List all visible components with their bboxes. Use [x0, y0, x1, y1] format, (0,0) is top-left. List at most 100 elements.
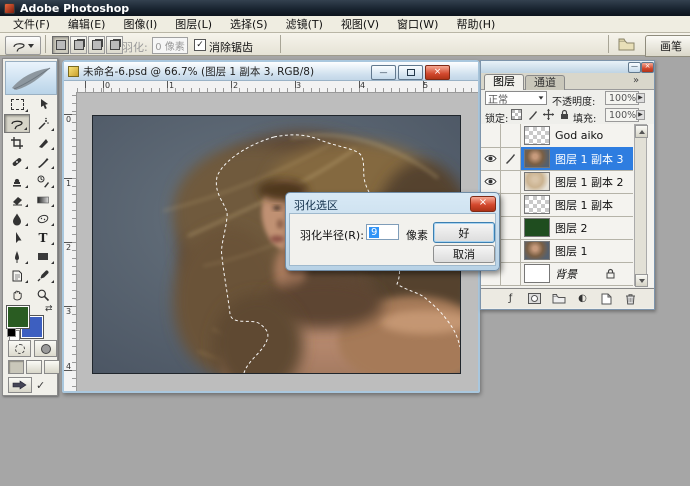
- layer-main[interactable]: 图层 1 副本 3: [521, 147, 633, 170]
- opacity-field[interactable]: 100%▶: [605, 91, 639, 105]
- layer-thumbnail[interactable]: [524, 218, 550, 237]
- scrollbar[interactable]: [634, 124, 647, 286]
- history-brush-tool[interactable]: [30, 171, 56, 190]
- notes-tool[interactable]: [4, 266, 30, 285]
- layer-thumbnail[interactable]: [524, 195, 550, 214]
- layer-main[interactable]: 图层 1 副本 2: [521, 170, 633, 193]
- layer-thumbnail[interactable]: [524, 126, 550, 145]
- layer-main[interactable]: 图层 1 副本: [521, 193, 633, 216]
- layer-name[interactable]: 图层 2: [555, 220, 588, 236]
- ok-button[interactable]: 好: [433, 222, 495, 243]
- new-layer-button[interactable]: [599, 292, 614, 305]
- link-indicator[interactable]: [501, 216, 521, 239]
- hand-tool[interactable]: [4, 285, 30, 304]
- menu-filter[interactable]: 滤镜(T): [277, 16, 332, 32]
- new-group-button[interactable]: [551, 292, 566, 305]
- marquee-tool[interactable]: [4, 95, 30, 114]
- lock-all-button[interactable]: [559, 109, 570, 120]
- new-selection-button[interactable]: [52, 36, 69, 54]
- pen-tool[interactable]: [4, 247, 30, 266]
- panel-close-button[interactable]: ×: [641, 62, 654, 73]
- file-browser-icon[interactable]: [618, 37, 636, 52]
- add-selection-button[interactable]: [70, 36, 87, 54]
- intersect-selection-button[interactable]: [106, 36, 123, 54]
- gradient-tool[interactable]: [30, 190, 56, 209]
- layer-row[interactable]: 图层 1 副本 2: [481, 170, 633, 194]
- layer-mask-button[interactable]: [527, 292, 542, 305]
- default-colors-icon[interactable]: [7, 328, 16, 337]
- quick-mask-mode-button[interactable]: [34, 340, 57, 357]
- link-indicator[interactable]: [501, 239, 521, 262]
- menu-edit[interactable]: 编辑(E): [59, 16, 115, 32]
- delete-layer-button[interactable]: [623, 292, 638, 305]
- layer-row[interactable]: 图层 1: [481, 239, 633, 263]
- crop-tool[interactable]: [4, 133, 30, 152]
- tool-preset-picker[interactable]: [5, 36, 41, 55]
- zoom-tool[interactable]: [30, 285, 56, 304]
- menu-view[interactable]: 视图(V): [332, 16, 388, 32]
- spinner-icon[interactable]: ▶: [636, 93, 645, 103]
- close-button[interactable]: ×: [425, 65, 450, 80]
- menu-file[interactable]: 文件(F): [4, 16, 59, 32]
- link-indicator[interactable]: [501, 193, 521, 216]
- menu-image[interactable]: 图像(I): [114, 16, 166, 32]
- eraser-tool[interactable]: [4, 190, 30, 209]
- eyedropper-tool[interactable]: [30, 266, 56, 285]
- move-tool[interactable]: [30, 95, 56, 114]
- link-indicator[interactable]: [501, 262, 521, 285]
- menu-select[interactable]: 选择(S): [221, 16, 277, 32]
- visibility-toggle[interactable]: [481, 147, 501, 170]
- fill-field[interactable]: 100%▶: [605, 108, 639, 122]
- tab-channels[interactable]: 通道: [525, 75, 565, 90]
- layer-name[interactable]: 图层 1: [555, 243, 588, 259]
- lasso-tool[interactable]: [4, 114, 30, 133]
- healing-brush-tool[interactable]: [4, 152, 30, 171]
- cancel-button[interactable]: 取消: [433, 245, 495, 263]
- dialog-close-button[interactable]: ×: [470, 196, 496, 212]
- edit-in-imageready-button[interactable]: [8, 377, 32, 393]
- layer-name[interactable]: God aiko: [555, 129, 603, 142]
- app-titlebar[interactable]: Adobe Photoshop: [0, 0, 690, 16]
- subtract-selection-button[interactable]: [88, 36, 105, 54]
- layer-row[interactable]: 图层 2: [481, 216, 633, 240]
- tab-layers[interactable]: 图层: [484, 74, 524, 90]
- layer-row[interactable]: God aiko: [481, 124, 633, 148]
- lock-position-button[interactable]: [543, 109, 554, 120]
- link-indicator[interactable]: [501, 170, 521, 193]
- fullscreen-menubar-button[interactable]: [26, 360, 42, 374]
- layer-main[interactable]: 图层 2: [521, 216, 633, 239]
- path-selection-tool[interactable]: [4, 228, 30, 247]
- layer-name[interactable]: 图层 1 副本 3: [555, 151, 624, 167]
- type-tool[interactable]: T: [30, 228, 56, 247]
- lock-pixels-button[interactable]: [527, 109, 538, 120]
- feather-input[interactable]: 0 像素: [152, 37, 188, 54]
- adjustment-layer-button[interactable]: ◐: [575, 292, 590, 305]
- feather-radius-input[interactable]: 9: [366, 224, 399, 240]
- minimize-button[interactable]: —: [371, 65, 396, 80]
- menu-help[interactable]: 帮助(H): [447, 16, 504, 32]
- layer-main[interactable]: 图层 1: [521, 239, 633, 262]
- layer-name[interactable]: 图层 1 副本 2: [555, 174, 624, 190]
- clone-stamp-tool[interactable]: [4, 171, 30, 190]
- layer-main[interactable]: 背景: [521, 262, 633, 285]
- layer-row[interactable]: 图层 1 副本: [481, 193, 633, 217]
- layer-name[interactable]: 图层 1 副本: [555, 197, 613, 213]
- shape-tool[interactable]: [30, 247, 56, 266]
- dodge-tool[interactable]: [30, 209, 56, 228]
- blur-tool[interactable]: [4, 209, 30, 228]
- blend-mode-select[interactable]: 正常: [485, 91, 547, 105]
- palette-well-brushes-tab[interactable]: 画笔: [645, 35, 690, 57]
- brush-tool[interactable]: [30, 152, 56, 171]
- layer-thumbnail[interactable]: [524, 149, 550, 168]
- scroll-up-button[interactable]: [635, 125, 648, 138]
- panel-minimize-button[interactable]: —: [628, 62, 641, 73]
- layer-thumbnail[interactable]: [524, 264, 550, 283]
- lock-transparency-button[interactable]: [511, 109, 522, 120]
- slice-tool[interactable]: [30, 133, 56, 152]
- layer-thumbnail[interactable]: [524, 241, 550, 260]
- visibility-toggle[interactable]: [481, 170, 501, 193]
- fullscreen-button[interactable]: [44, 360, 60, 374]
- menu-window[interactable]: 窗口(W): [388, 16, 447, 32]
- spinner-icon[interactable]: ▶: [636, 110, 645, 120]
- panel-menu-icon[interactable]: »: [633, 75, 639, 86]
